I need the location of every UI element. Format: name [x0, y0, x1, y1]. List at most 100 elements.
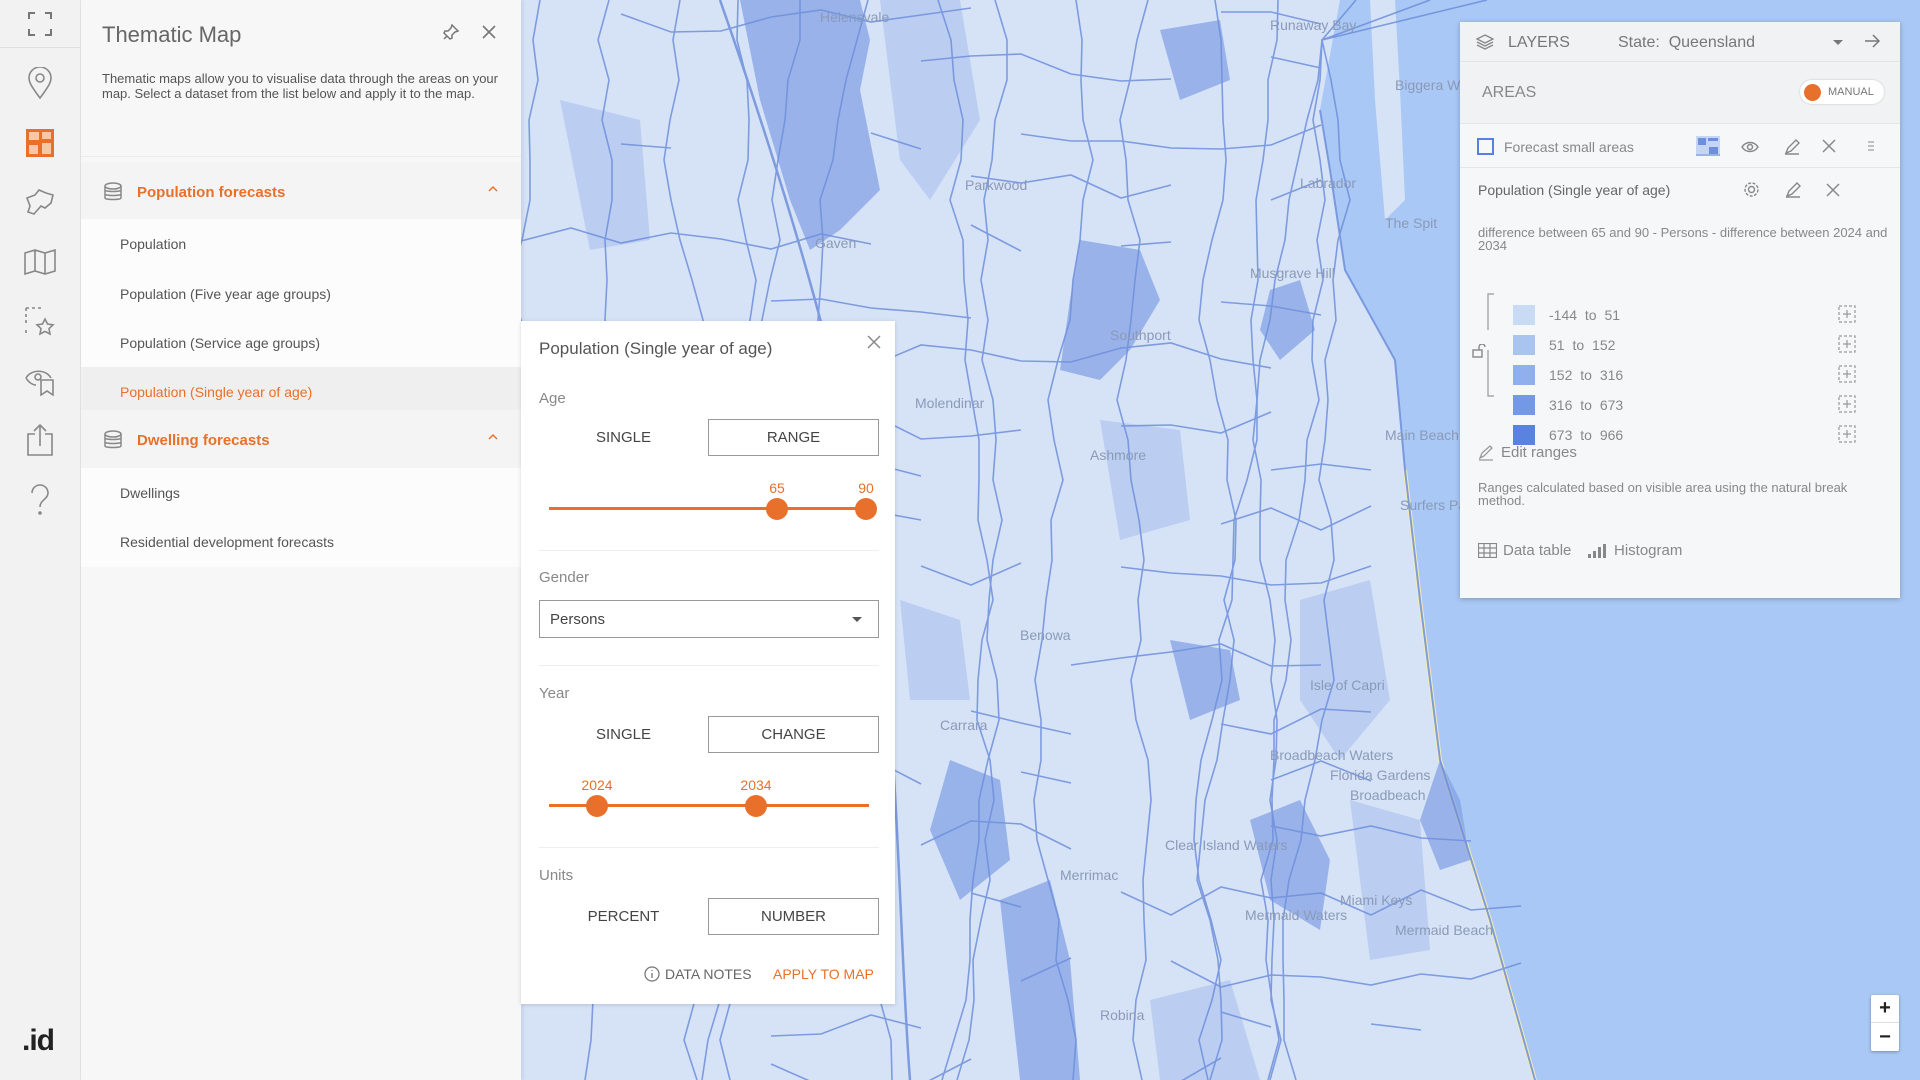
remove-layer-icon[interactable] [1822, 139, 1836, 153]
fullscreen-icon[interactable] [22, 6, 58, 42]
map-place-label: Miami Keys [1340, 892, 1412, 908]
apply-to-map-button[interactable]: APPLY TO MAP [773, 966, 874, 982]
data-notes-label: DATA NOTES [665, 966, 752, 982]
manual-toggle[interactable]: MANUAL [1800, 80, 1884, 104]
help-icon[interactable] [22, 482, 58, 518]
view-bookmark-icon[interactable] [22, 363, 58, 399]
age-max-value: 90 [858, 480, 874, 496]
close-popup-button[interactable] [867, 335, 881, 354]
map-place-label: Isle of Capri [1310, 677, 1385, 693]
state-selector[interactable]: State: Queensland [1618, 34, 1755, 52]
visibility-eye-icon[interactable] [1741, 141, 1759, 153]
legend-label: 152 to 316 [1549, 367, 1624, 383]
zoom-in-button[interactable]: + [1871, 995, 1899, 1023]
section-dwelling-forecasts[interactable]: Dwelling forecasts [81, 410, 521, 470]
legend-label: 316 to 673 [1549, 397, 1624, 413]
edit-pencil-icon[interactable] [1784, 139, 1800, 155]
layer-row: Forecast small areas [1460, 125, 1900, 168]
logo: .id [22, 1024, 55, 1057]
area-shape-icon[interactable] [22, 184, 58, 220]
collapse-arrow-icon[interactable] [1864, 34, 1880, 48]
layers-icon [1476, 34, 1494, 50]
layers-title: LAYERS [1508, 34, 1570, 51]
histogram-icon [1588, 543, 1606, 558]
age-label: Age [539, 390, 566, 407]
legend-swatch [1513, 425, 1535, 445]
map-place-label: Southport [1110, 327, 1171, 343]
legend-item: 152 to 316 [1513, 364, 1813, 386]
location-pin-icon[interactable] [22, 65, 58, 101]
data-notes-button[interactable]: DATA NOTES [644, 966, 752, 982]
map-place-label: Mermaid Beach [1395, 922, 1493, 938]
layer-checkbox[interactable] [1477, 138, 1494, 155]
settings-gear-icon[interactable] [1743, 181, 1760, 198]
histogram-button[interactable]: Histogram [1588, 542, 1682, 559]
age-single-button[interactable]: SINGLE [539, 419, 708, 456]
dataset-item[interactable]: Population (Service age groups) [81, 318, 521, 368]
year-mode-toggle: SINGLE CHANGE [539, 716, 879, 753]
map-place-label: Clear Island Waters [1165, 837, 1287, 853]
legend-swatch [1513, 305, 1535, 325]
favourite-area-icon[interactable] [22, 304, 58, 340]
zoom-out-button[interactable]: − [1871, 1023, 1899, 1051]
state-dropdown-caret-icon[interactable] [1833, 40, 1843, 45]
age-max-handle[interactable] [855, 498, 877, 520]
edit-dataset-pencil-icon[interactable] [1785, 182, 1801, 198]
legend-item: 673 to 966 [1513, 424, 1813, 446]
map-place-label: Florida Gardens [1330, 767, 1430, 783]
legend-swatch [1513, 365, 1535, 385]
thematic-layer-icon[interactable] [1696, 136, 1720, 156]
units-label: Units [539, 867, 574, 884]
year-single-button[interactable]: SINGLE [539, 716, 708, 753]
map-place-label: Ashmore [1090, 447, 1146, 463]
year-change-slider[interactable]: 2024 2034 [549, 777, 869, 817]
dataset-item[interactable]: Population [81, 219, 521, 269]
thematic-map-panel: Thematic Map Thematic maps allow you to … [81, 0, 521, 1080]
units-percent-button[interactable]: PERCENT [539, 898, 708, 935]
year-to-handle[interactable] [745, 795, 767, 817]
gender-select[interactable]: Persons [539, 600, 879, 638]
year-from-handle[interactable] [586, 795, 608, 817]
zoom-to-range-icon[interactable] [1838, 335, 1856, 358]
map-place-label: Robina [1100, 1007, 1145, 1023]
age-min-handle[interactable] [766, 498, 788, 520]
legend-swatch [1513, 395, 1535, 415]
age-min-value: 65 [769, 480, 785, 496]
map-place-label: Merrimac [1060, 867, 1118, 883]
map-place-label: Broadbeach Waters [1270, 747, 1393, 763]
drag-handle-icon[interactable] [1868, 140, 1874, 152]
dataset-title: Population (Single year of age) [1478, 182, 1671, 198]
close-panel-button[interactable] [481, 24, 497, 45]
thematic-map-icon[interactable] [22, 125, 58, 161]
tool-rail: .id [0, 0, 81, 1080]
layer-name: Forecast small areas [1504, 139, 1634, 155]
year-to-value: 2034 [740, 777, 772, 793]
zoom-to-range-icon[interactable] [1838, 425, 1856, 448]
chevron-up-icon [488, 185, 498, 192]
year-change-button[interactable]: CHANGE [708, 716, 879, 753]
remove-dataset-icon[interactable] [1826, 183, 1840, 197]
dataset-item[interactable]: Dwellings [81, 468, 521, 518]
age-range-slider[interactable]: 65 90 [549, 480, 877, 520]
legend-swatch [1513, 335, 1535, 355]
section-population-forecasts[interactable]: Population forecasts [81, 162, 521, 222]
zoom-to-range-icon[interactable] [1838, 305, 1856, 328]
dataset-description: difference between 65 and 90 - Persons -… [1478, 225, 1888, 253]
edit-ranges-button[interactable]: Edit ranges [1478, 444, 1577, 461]
map-place-label: Mermaid Waters [1245, 907, 1347, 923]
data-table-button[interactable]: Data table [1478, 542, 1571, 559]
dataset-item[interactable]: Residential development forecasts [81, 517, 521, 567]
basemap-icon[interactable] [22, 244, 58, 280]
map-place-label: Musgrave Hill [1250, 265, 1335, 281]
map-place-label: Labrador [1300, 175, 1356, 191]
units-number-button[interactable]: NUMBER [708, 898, 879, 935]
dataset-item[interactable]: Population (Five year age groups) [81, 269, 521, 319]
map-place-label: Molendinar [915, 395, 985, 411]
pin-icon[interactable] [443, 23, 460, 45]
zoom-to-range-icon[interactable] [1838, 395, 1856, 418]
unlock-icon[interactable] [1472, 344, 1488, 358]
map-place-label: Runaway Bay [1270, 17, 1356, 33]
zoom-to-range-icon[interactable] [1838, 365, 1856, 388]
age-range-button[interactable]: RANGE [708, 419, 879, 456]
share-export-icon[interactable] [22, 422, 58, 458]
